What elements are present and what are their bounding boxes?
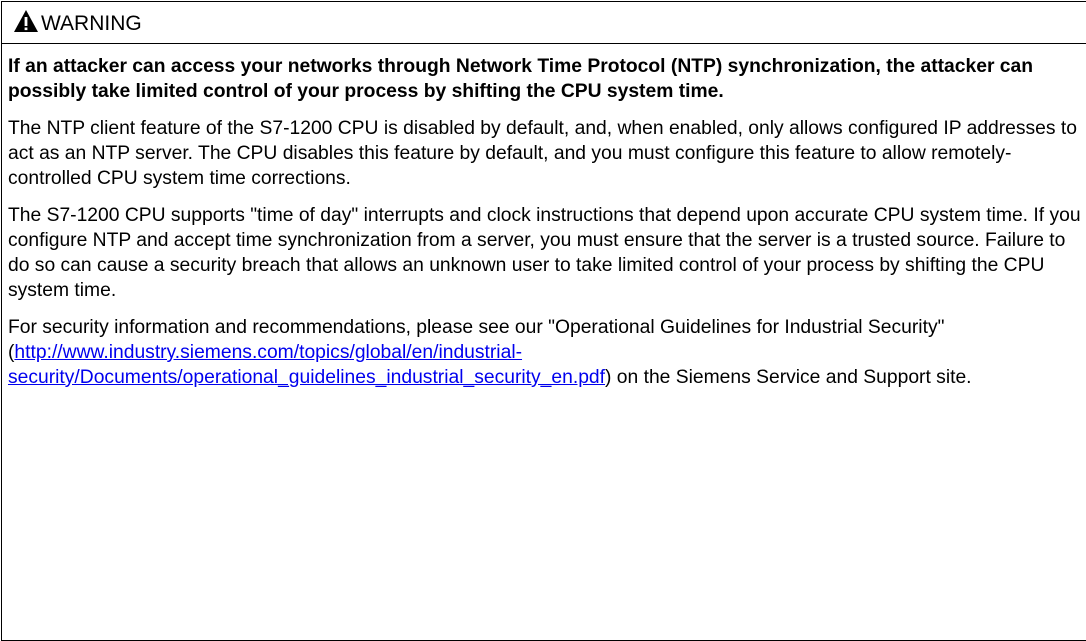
warning-triangle-icon — [13, 9, 39, 33]
warning-title: WARNING — [41, 11, 142, 35]
time-of-day-paragraph: The S7-1200 CPU supports "time of day" i… — [8, 205, 1081, 301]
security-info-text-after: ) on the Siemens Service and Support sit… — [605, 367, 972, 388]
warning-lead-paragraph: If an attacker can access your networks … — [8, 56, 1034, 102]
ntp-client-paragraph: The NTP client feature of the S7-1200 CP… — [8, 118, 1077, 189]
security-info-paragraph: For security information and recommendat… — [8, 315, 1084, 390]
warning-body: If an attacker can access your networks … — [2, 54, 1086, 390]
security-guidelines-link[interactable]: http://www.industry.siemens.com/topics/g… — [8, 342, 605, 388]
warning-header: WARNING — [2, 2, 1086, 44]
warning-box: WARNING If an attacker can access your n… — [1, 1, 1086, 641]
